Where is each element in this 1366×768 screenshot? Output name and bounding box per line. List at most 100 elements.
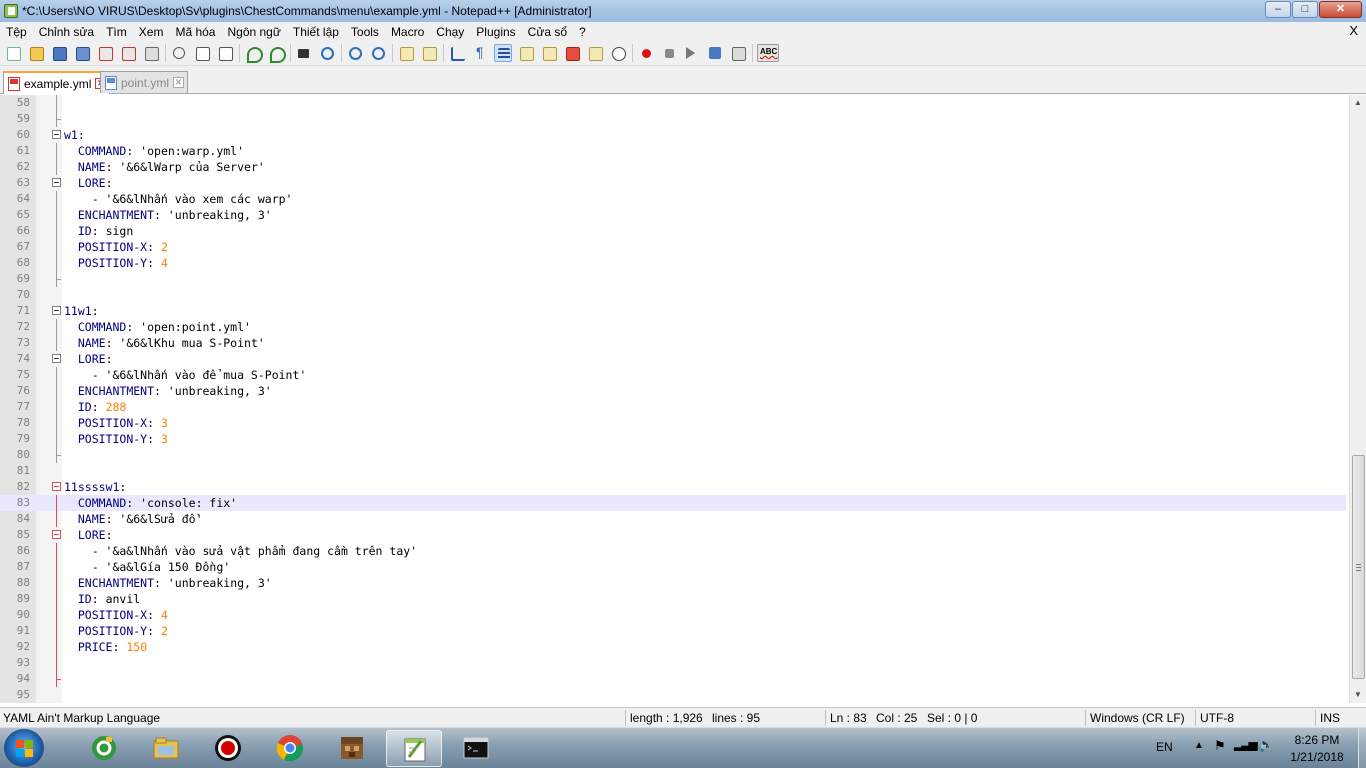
- record-macro-icon[interactable]: [637, 44, 655, 62]
- minimize-button[interactable]: ‒: [1265, 1, 1291, 18]
- redo-icon[interactable]: [267, 44, 286, 63]
- code-line[interactable]: 67 POSITION-X: 2: [0, 239, 1346, 255]
- code-line[interactable]: 81: [0, 463, 1346, 479]
- start-button[interactable]: [4, 729, 44, 767]
- folder-workspace-icon[interactable]: [586, 44, 604, 62]
- code-editor[interactable]: 58 59 60 w1: 61 COMMAND: 'open:warp.yml' 62 N…: [0, 95, 1366, 703]
- menu-run[interactable]: Chạy: [430, 25, 470, 39]
- code-line[interactable]: 59: [0, 111, 1346, 127]
- find-icon[interactable]: [295, 44, 313, 62]
- code-line[interactable]: 92 PRICE: 150: [0, 639, 1346, 655]
- menu-edit[interactable]: Chỉnh sửa: [33, 25, 100, 39]
- scroll-down-icon[interactable]: ▼: [1353, 690, 1363, 700]
- code-line[interactable]: 85 LORE:: [0, 527, 1346, 543]
- code-line[interactable]: 80: [0, 447, 1346, 463]
- taskbar-recorder[interactable]: [200, 730, 256, 767]
- taskbar-explorer[interactable]: [138, 730, 194, 767]
- code-line[interactable]: 58: [0, 95, 1346, 111]
- close-file-icon[interactable]: [96, 44, 114, 62]
- code-line[interactable]: 64 - '&6&lNhấn vào xem các warp': [0, 191, 1346, 207]
- code-line[interactable]: 86 - '&a&lNhấn vào sửa vật phẩm đang cầm…: [0, 543, 1346, 559]
- taskbar-cmd[interactable]: [448, 730, 504, 767]
- action-center-icon[interactable]: ⚑: [1214, 738, 1226, 754]
- undo-icon[interactable]: [244, 44, 263, 63]
- cut-icon[interactable]: [170, 44, 188, 62]
- menu-help[interactable]: ?: [573, 25, 592, 39]
- save-all-icon[interactable]: [73, 44, 91, 62]
- sync-vertical-icon[interactable]: [397, 44, 415, 62]
- fold-toggle-icon[interactable]: [52, 482, 61, 491]
- code-line[interactable]: 72 COMMAND: 'open:point.yml': [0, 319, 1346, 335]
- taskbar-minecraft[interactable]: [324, 730, 380, 767]
- scrollbar-thumb[interactable]: [1352, 455, 1365, 679]
- taskbar-chrome[interactable]: [262, 730, 318, 767]
- user-language-icon[interactable]: [517, 44, 535, 62]
- menu-tools[interactable]: Tools: [345, 25, 385, 39]
- monitoring-icon[interactable]: [609, 44, 627, 62]
- word-wrap-icon[interactable]: [448, 44, 466, 62]
- code-line[interactable]: 94: [0, 671, 1346, 687]
- code-line[interactable]: 73 NAME: '&6&lKhu mua S-Point': [0, 335, 1346, 351]
- sync-horizontal-icon[interactable]: [420, 44, 438, 62]
- menu-plugins[interactable]: Plugins: [470, 25, 521, 39]
- code-line[interactable]: 71 11w1:: [0, 303, 1346, 319]
- run-macro-multiple-icon[interactable]: [706, 44, 724, 62]
- input-language[interactable]: EN: [1156, 740, 1173, 754]
- code-line[interactable]: 79 POSITION-Y: 3: [0, 431, 1346, 447]
- code-line[interactable]: 75 - '&6&lNhấn vào để mua S-Point': [0, 367, 1346, 383]
- taskbar-notepadpp[interactable]: [386, 730, 442, 767]
- code-line[interactable]: 89 ID: anvil: [0, 591, 1346, 607]
- menu-file[interactable]: Tệp: [0, 25, 33, 39]
- spell-check-icon[interactable]: [757, 44, 779, 62]
- zoom-in-icon[interactable]: [346, 44, 364, 62]
- code-line[interactable]: 87 - '&a&lGía 150 Đồng': [0, 559, 1346, 575]
- menu-window[interactable]: Cửa sổ: [522, 25, 573, 39]
- fold-toggle-icon[interactable]: [52, 530, 61, 539]
- replace-icon[interactable]: [318, 44, 336, 62]
- menu-view[interactable]: Xem: [133, 25, 170, 39]
- clock-time[interactable]: 8:26 PM: [1286, 733, 1348, 747]
- code-line[interactable]: 93: [0, 655, 1346, 671]
- code-line[interactable]: 61 COMMAND: 'open:warp.yml': [0, 143, 1346, 159]
- fold-toggle-icon[interactable]: [52, 130, 61, 139]
- function-list-icon[interactable]: [563, 44, 581, 62]
- indent-guide-icon[interactable]: [494, 44, 512, 62]
- open-file-icon[interactable]: [27, 44, 45, 62]
- stop-macro-icon[interactable]: [660, 44, 678, 62]
- menu-macro[interactable]: Macro: [385, 25, 430, 39]
- code-line[interactable]: 70: [0, 287, 1346, 303]
- show-all-characters-icon[interactable]: [471, 44, 489, 62]
- play-macro-icon[interactable]: [683, 44, 701, 62]
- show-hidden-icons-icon[interactable]: ▲: [1194, 740, 1204, 751]
- close-button[interactable]: ✕: [1319, 1, 1362, 18]
- close-all-icon[interactable]: [119, 44, 137, 62]
- code-line[interactable]: 88 ENCHANTMENT: 'unbreaking, 3': [0, 575, 1346, 591]
- vertical-scrollbar[interactable]: ▲ ▼: [1349, 95, 1366, 703]
- tab-example-yml[interactable]: example.yml ✕: [3, 71, 111, 94]
- new-file-icon[interactable]: [4, 44, 22, 62]
- maximize-button[interactable]: □: [1292, 1, 1318, 18]
- code-line[interactable]: 74 LORE:: [0, 351, 1346, 367]
- code-line[interactable]: 66 ID: sign: [0, 223, 1346, 239]
- code-line[interactable]: 69: [0, 271, 1346, 287]
- code-line[interactable]: 78 POSITION-X: 3: [0, 415, 1346, 431]
- paste-icon[interactable]: [216, 44, 234, 62]
- fold-toggle-icon[interactable]: [52, 178, 61, 187]
- show-desktop-button[interactable]: [1358, 728, 1366, 768]
- code-line[interactable]: 91 POSITION-Y: 2: [0, 623, 1346, 639]
- document-map-icon[interactable]: [540, 44, 558, 62]
- fold-toggle-icon[interactable]: [52, 354, 61, 363]
- volume-icon[interactable]: 🔈: [1258, 737, 1274, 753]
- code-line[interactable]: 77 ID: 288: [0, 399, 1346, 415]
- code-line[interactable]: 65 ENCHANTMENT: 'unbreaking, 3': [0, 207, 1346, 223]
- menu-settings[interactable]: Thiết lập: [287, 25, 345, 39]
- code-line[interactable]: 63 LORE:: [0, 175, 1346, 191]
- scroll-up-icon[interactable]: ▲: [1353, 98, 1363, 108]
- taskbar-coccoc[interactable]: [76, 730, 132, 767]
- close-document-button[interactable]: X: [1349, 23, 1358, 38]
- menu-encoding[interactable]: Mã hóa: [169, 25, 221, 39]
- fold-toggle-icon[interactable]: [52, 306, 61, 315]
- tab-close-icon[interactable]: ✕: [173, 77, 185, 88]
- code-line[interactable]: 60 w1:: [0, 127, 1346, 143]
- network-icon[interactable]: ▂▃▅: [1234, 737, 1258, 751]
